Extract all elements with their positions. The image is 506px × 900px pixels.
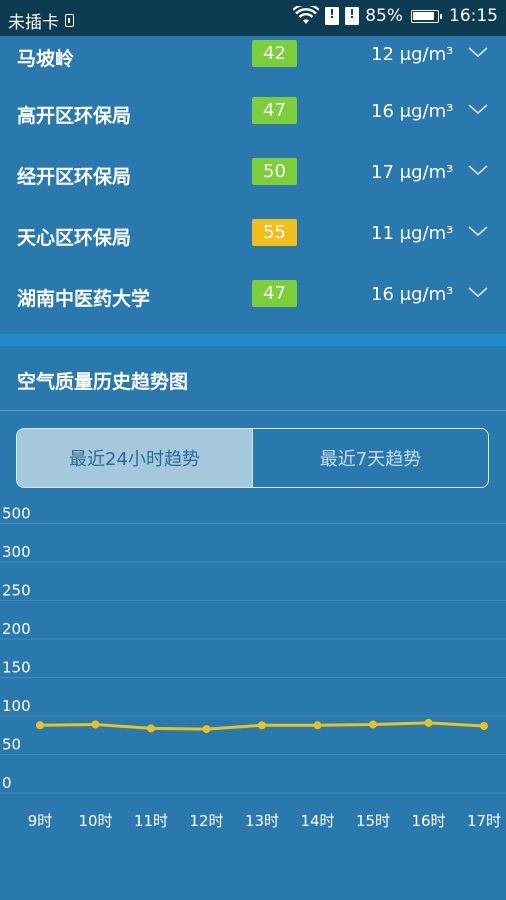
aqi-badge: 42 <box>252 40 297 67</box>
chevron-down-icon[interactable] <box>467 41 489 63</box>
x-tick-label: 12时 <box>189 812 223 830</box>
y-tick-label: 0 <box>2 774 12 792</box>
pm-value: 12 μg/m³ <box>371 44 454 65</box>
station-name: 经开区环保局 <box>17 166 132 188</box>
section-divider <box>0 334 506 346</box>
x-tick-label: 17时 <box>467 812 501 830</box>
data-point <box>480 722 488 731</box>
y-tick-label: 250 <box>2 582 31 600</box>
y-tick-label: 50 <box>2 736 21 754</box>
y-tick-label: 100 <box>2 697 31 715</box>
aqi-trend-chart: 0 50 100 150 200 250 300 500 9时 10时 11时 12时 13时 14时 15… <box>0 505 506 830</box>
divider-line <box>0 410 506 411</box>
tab-24-hours[interactable]: 最近24小时趋势 <box>17 429 253 487</box>
data-point <box>202 725 211 734</box>
sd-card-warning-icon <box>345 7 360 25</box>
chevron-down-icon[interactable] <box>467 159 489 181</box>
x-tick-label: 14时 <box>300 812 334 830</box>
station-row[interactable]: 经开区环保局 50 17 μg/m³ <box>0 156 506 196</box>
chevron-down-icon[interactable] <box>467 281 489 303</box>
data-point <box>369 720 377 729</box>
sim-icon <box>65 14 74 27</box>
y-tick-label: 500 <box>2 505 31 523</box>
x-tick-label: 9时 <box>28 812 53 830</box>
sd-card-warning-icon <box>325 7 340 25</box>
station-name: 湖南中医药大学 <box>17 288 151 310</box>
data-point <box>36 721 44 730</box>
clock: 16:15 <box>449 6 498 26</box>
chevron-down-icon[interactable] <box>467 220 489 242</box>
data-point <box>91 720 100 729</box>
station-row[interactable]: 马坡岭 42 12 μg/m³ <box>0 38 506 78</box>
x-tick-label: 10时 <box>78 812 112 830</box>
data-point <box>424 718 433 727</box>
aqi-badge: 50 <box>252 158 297 185</box>
battery-percent: 85% <box>365 6 403 26</box>
wifi-icon <box>293 6 320 24</box>
x-tick-label: 13时 <box>245 812 279 830</box>
station-row[interactable]: 湖南中医药大学 47 16 μg/m³ <box>0 278 506 318</box>
data-point <box>147 724 155 733</box>
x-tick-label: 11时 <box>134 812 168 830</box>
station-name: 天心区环保局 <box>17 227 132 249</box>
pm-value: 16 μg/m³ <box>371 284 454 305</box>
x-tick-label: 16时 <box>411 812 445 830</box>
data-point <box>313 721 322 730</box>
carrier-label: 未插卡 <box>8 13 59 33</box>
status-bar: 未插卡 85% 16:15 <box>0 0 506 36</box>
data-point <box>258 721 266 730</box>
y-tick-label: 150 <box>2 659 31 677</box>
station-row[interactable]: 高开区环保局 47 16 μg/m³ <box>0 95 506 135</box>
aqi-badge: 47 <box>252 97 297 124</box>
station-name: 高开区环保局 <box>17 105 132 127</box>
trend-range-toggle: 最近24小时趋势 最近7天趋势 <box>16 428 489 488</box>
station-row[interactable]: 天心区环保局 55 11 μg/m³ <box>0 217 506 257</box>
station-name: 马坡岭 <box>17 48 75 70</box>
chevron-down-icon[interactable] <box>467 98 489 120</box>
tab-7-days[interactable]: 最近7天趋势 <box>253 429 488 487</box>
pm-value: 11 μg/m³ <box>371 223 454 244</box>
x-tick-label: 15时 <box>356 812 390 830</box>
aqi-badge: 55 <box>252 219 297 246</box>
battery-icon <box>411 9 442 23</box>
section-title: 空气质量历史趋势图 <box>17 371 189 393</box>
pm-value: 17 μg/m³ <box>371 162 454 183</box>
pm-value: 16 μg/m³ <box>371 101 454 122</box>
y-tick-label: 300 <box>2 543 31 561</box>
y-tick-label: 200 <box>2 620 31 638</box>
aqi-badge: 47 <box>252 280 297 307</box>
